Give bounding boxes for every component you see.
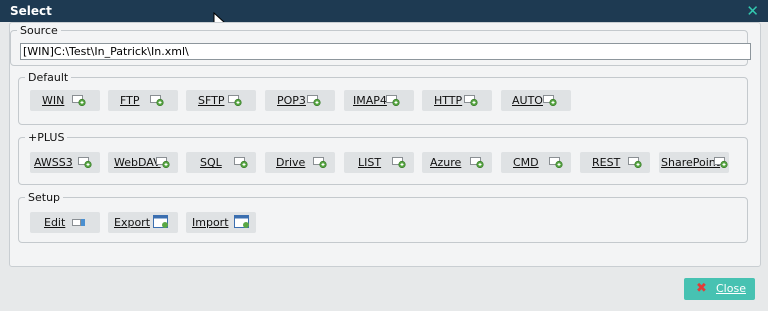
- button-export[interactable]: Export: [108, 212, 178, 233]
- button-sql[interactable]: SQL: [186, 152, 256, 173]
- button-label: FTP: [120, 94, 140, 107]
- button-label: HTTP: [434, 94, 463, 107]
- button-cmd[interactable]: CMD: [501, 152, 571, 173]
- button-pop3[interactable]: POP3: [265, 90, 335, 111]
- close-icon[interactable]: ✕: [746, 2, 759, 20]
- plug-icon: [78, 157, 92, 169]
- export-window-icon: [153, 215, 168, 228]
- button-rest[interactable]: REST: [580, 152, 650, 173]
- button-label: WIN: [42, 94, 65, 107]
- dialog-title: Select: [10, 4, 52, 18]
- close-icon: ✖: [696, 281, 707, 296]
- button-label: SharePoint: [661, 156, 721, 169]
- button-sharepoint[interactable]: SharePoint: [659, 152, 729, 173]
- plug-icon: [543, 95, 557, 107]
- plug-icon: [628, 157, 642, 169]
- plug-icon: [549, 157, 563, 169]
- button-sftp[interactable]: SFTP: [186, 90, 256, 111]
- setup-legend: Setup: [28, 191, 61, 204]
- button-label: SFTP: [198, 94, 225, 107]
- button-http[interactable]: HTTP: [422, 90, 492, 111]
- plug-icon: [234, 157, 248, 169]
- button-win[interactable]: WIN: [30, 90, 100, 111]
- button-label: LIST: [358, 156, 382, 169]
- button-import[interactable]: Import: [186, 212, 256, 233]
- plug-icon: [714, 157, 728, 169]
- plug-icon: [72, 95, 86, 107]
- source-legend: Source: [20, 24, 58, 37]
- source-path-input[interactable]: [20, 43, 751, 60]
- button-label: WebDAV: [114, 156, 161, 169]
- button-azure[interactable]: Azure: [422, 152, 492, 173]
- title-bar[interactable]: Select ✕: [0, 0, 768, 22]
- close-button[interactable]: ✖ Close: [684, 278, 755, 300]
- button-imap4[interactable]: IMAP4: [344, 90, 414, 111]
- button-label: SQL: [200, 156, 222, 169]
- button-list[interactable]: LIST: [344, 152, 414, 173]
- plug-icon: [313, 157, 327, 169]
- button-label: AUTO: [512, 94, 543, 107]
- plug-icon: [386, 95, 400, 107]
- import-window-icon: [234, 215, 249, 228]
- plug-icon: [392, 157, 406, 169]
- button-label: CMD: [513, 156, 539, 169]
- button-awss3[interactable]: AWSS3: [30, 152, 100, 173]
- button-auto[interactable]: AUTO: [501, 90, 571, 111]
- button-webdav[interactable]: WebDAV: [108, 152, 178, 173]
- button-label: Edit: [44, 216, 66, 229]
- plug-icon: [156, 157, 170, 169]
- plug-icon: [228, 95, 242, 107]
- plus-legend: +PLUS: [28, 131, 65, 144]
- button-label: Azure: [430, 156, 462, 169]
- plug-icon: [464, 95, 478, 107]
- plug-icon: [307, 95, 321, 107]
- button-label: Export: [114, 216, 151, 229]
- button-label: Import: [192, 216, 229, 229]
- button-label: POP3: [277, 94, 306, 107]
- button-ftp[interactable]: FTP: [108, 90, 178, 111]
- select-dialog: Select ✕ Source Default WIN FTP SFTP POP3 IM…: [0, 0, 768, 311]
- button-label: IMAP4: [353, 94, 387, 107]
- button-edit[interactable]: Edit: [30, 212, 100, 233]
- button-label: Drive: [276, 156, 306, 169]
- default-legend: Default: [28, 71, 69, 84]
- close-button-label: Close: [716, 282, 746, 295]
- button-label: AWSS3: [34, 156, 73, 169]
- plug-icon: [150, 95, 164, 107]
- plug-icon: [470, 157, 484, 169]
- button-label: REST: [592, 156, 621, 169]
- edit-icon: [72, 217, 86, 228]
- button-drive[interactable]: Drive: [265, 152, 335, 173]
